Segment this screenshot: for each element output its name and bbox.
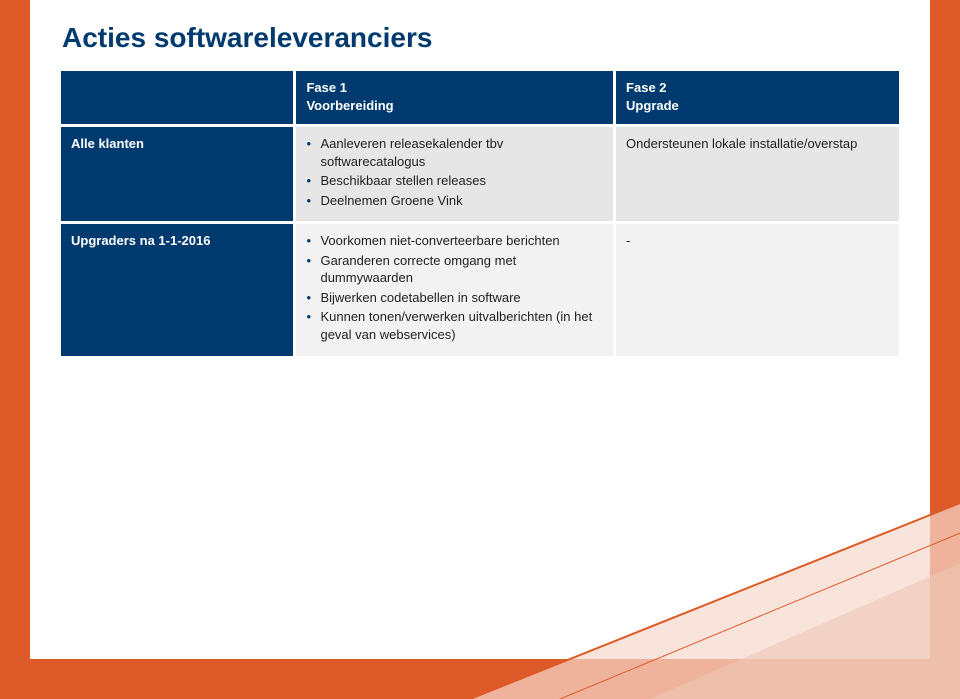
col-header-fase2: Fase 2 Upgrade <box>615 70 901 126</box>
cell-fase2: - <box>615 223 901 357</box>
row-label: Alle klanten <box>60 126 295 223</box>
list-item: Voorkomen niet-converteerbare berichten <box>306 232 603 250</box>
list-item: Kunnen tonen/verwerken uitvalberichten (… <box>306 308 603 343</box>
list-item: Deelnemen Groene Vink <box>306 192 603 210</box>
bullet-list: Aanleveren releasekalender tbv softwarec… <box>306 135 603 209</box>
cell-fase1: Aanleveren releasekalender tbv softwarec… <box>295 126 615 223</box>
actions-table: Fase 1 Voorbereiding Fase 2 Upgrade Alle… <box>58 68 902 359</box>
list-item: Bijwerken codetabellen in software <box>306 289 603 307</box>
table-row: Alle klanten Aanleveren releasekalender … <box>60 126 901 223</box>
bullet-list: Voorkomen niet-converteerbare berichten … <box>306 232 603 343</box>
page-title: Acties softwareleveranciers <box>62 22 902 54</box>
list-item: Garanderen correcte omgang met dummywaar… <box>306 252 603 287</box>
cell-fase1: Voorkomen niet-converteerbare berichten … <box>295 223 615 357</box>
list-item: Beschikbaar stellen releases <box>306 172 603 190</box>
list-item: Aanleveren releasekalender tbv softwarec… <box>306 135 603 170</box>
table-header-row: Fase 1 Voorbereiding Fase 2 Upgrade <box>60 70 901 126</box>
cell-fase2: Ondersteunen lokale installatie/overstap <box>615 126 901 223</box>
col-header-fase1: Fase 1 Voorbereiding <box>295 70 615 126</box>
col-header-blank <box>60 70 295 126</box>
slide-page: Acties softwareleveranciers Fase 1 Voorb… <box>30 0 930 659</box>
row-label: Upgraders na 1-1-2016 <box>60 223 295 357</box>
decorative-diagonal <box>470 499 960 699</box>
table-row: Upgraders na 1-1-2016 Voorkomen niet-con… <box>60 223 901 357</box>
